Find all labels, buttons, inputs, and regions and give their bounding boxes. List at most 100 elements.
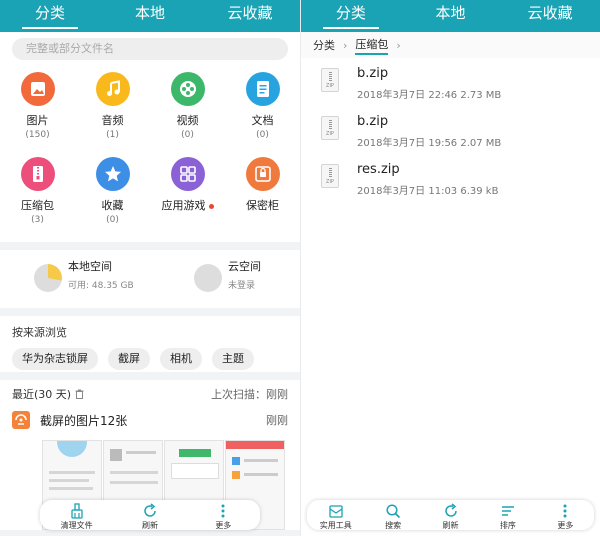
refresh-button[interactable]: 刷新 (113, 500, 186, 530)
category-count: (0) (106, 215, 119, 225)
file-meta: 2018年3月7日 22:46 2.73 MB (357, 90, 502, 101)
category-label: 保密柜 (246, 199, 279, 212)
section-header: 按来源浏览 (12, 326, 67, 339)
source-chip[interactable]: 截屏 (108, 348, 150, 370)
category-count: (0) (256, 130, 269, 140)
video-reel-icon (170, 72, 205, 106)
file-row[interactable]: ZIP b.zip 2018年3月7日 19:56 2.07 MB (301, 106, 600, 154)
category-documents[interactable]: 文档 (0) (225, 72, 300, 154)
category-label-text: 应用游戏 (161, 199, 206, 212)
category-safe[interactable]: 保密柜 (225, 157, 300, 239)
file-row[interactable]: ZIP res.zip 2018年3月7日 11:03 6.39 kB (301, 154, 600, 202)
tools-button[interactable]: 实用工具 (307, 500, 364, 530)
file-name: res.zip (357, 162, 400, 177)
file-type-label: ZIP (326, 179, 334, 185)
category-label: 收藏 (101, 199, 124, 212)
category-count: (150) (25, 130, 50, 140)
recent-group-time: 刚刚 (266, 414, 288, 427)
toolbar-label: 更多 (557, 521, 574, 530)
more-vertical-icon (221, 504, 225, 518)
toolbar-label: 更多 (215, 521, 232, 530)
breadcrumb-item-archives[interactable]: 压缩包 (355, 36, 389, 55)
more-vertical-icon (563, 504, 567, 518)
recent-group-title: 截屏的图片12张 (40, 413, 128, 428)
file-row[interactable]: ZIP b.zip 2018年3月7日 22:46 2.73 MB (301, 58, 600, 106)
file-type-label: ZIP (326, 131, 334, 137)
local-storage-chart (34, 264, 62, 292)
source-chip[interactable]: 相机 (160, 348, 202, 370)
toolbar-label: 排序 (499, 521, 516, 530)
zip-file-icon: ZIP (321, 164, 339, 188)
toolbar-label: 实用工具 (319, 521, 352, 530)
last-scan: 上次扫描：刚刚 (211, 388, 288, 401)
source-chip[interactable]: 华为杂志锁屏 (12, 348, 98, 370)
more-button[interactable]: 更多 (187, 500, 260, 530)
sort-button[interactable]: 排序 (479, 500, 536, 530)
category-count: (3) (31, 215, 44, 225)
bottom-toolbar: 清理文件 刷新 更多 (40, 500, 260, 530)
category-label: 文档 (251, 114, 274, 127)
toolbar-label: 刷新 (141, 521, 158, 530)
refresh-icon (444, 503, 457, 517)
tab-cloud-favorites[interactable]: 云收藏 (200, 0, 300, 32)
category-label: 视频 (176, 114, 199, 127)
apps-icon (170, 157, 205, 191)
tab-cloud-favorites[interactable]: 云收藏 (500, 0, 600, 32)
tab-local[interactable]: 本地 (100, 0, 200, 32)
tab-category[interactable]: 分类 (301, 0, 401, 32)
category-label: 图片 (26, 114, 49, 127)
toolbar-label: 刷新 (442, 521, 459, 530)
search-button[interactable]: 搜索 (364, 500, 421, 530)
more-button[interactable]: 更多 (537, 500, 594, 530)
new-badge-dot (208, 203, 214, 209)
category-label: 压缩包 (21, 199, 54, 212)
file-name: b.zip (357, 66, 389, 81)
file-meta: 2018年3月7日 19:56 2.07 MB (357, 138, 502, 149)
search-input[interactable]: 完整或部分文件名 (12, 38, 288, 60)
toolbox-icon (329, 505, 343, 518)
toolbar-label: 清理文件 (60, 521, 93, 530)
local-storage-title: 本地空间 (68, 260, 112, 273)
cloud-storage-title: 云空间 (228, 260, 261, 273)
category-apps-games[interactable]: 应用游戏 (150, 157, 225, 239)
clean-files-button[interactable]: 清理文件 (40, 500, 113, 530)
file-meta: 2018年3月7日 11:03 6.39 kB (357, 186, 499, 197)
music-icon (95, 72, 130, 106)
zip-icon (20, 157, 55, 191)
star-icon (95, 157, 130, 191)
cloud-storage-chart (194, 264, 222, 292)
bottom-toolbar: 实用工具 搜索 刷新 排序 更多 (307, 500, 594, 530)
category-pane: 分类 本地 云收藏 完整或部分文件名 图片 (150) 音频 (1) 视频 (0… (0, 0, 300, 536)
cloud-storage-status: 未登录 (228, 281, 256, 291)
tab-category[interactable]: 分类 (0, 0, 100, 32)
chevron-right-icon: › (396, 38, 401, 52)
sort-icon (501, 506, 514, 516)
recent-group[interactable]: 截屏的图片12张 刚刚 (0, 404, 300, 432)
search-icon (386, 504, 401, 519)
refresh-button[interactable]: 刷新 (422, 500, 479, 530)
category-grid: 图片 (150) 音频 (1) 视频 (0) 文档 (0) 压缩包 (3) 收藏… (0, 62, 300, 242)
browse-by-source: 按来源浏览 华为杂志锁屏 截屏 相机 主题 (0, 316, 300, 372)
image-icon (20, 72, 55, 106)
trash-icon[interactable] (75, 389, 84, 399)
category-count: (0) (181, 130, 194, 140)
breadcrumb: 分类 › 压缩包 › (301, 32, 600, 58)
screenshot-icon (12, 411, 30, 429)
category-label: 应用游戏 (150, 197, 225, 213)
tab-local[interactable]: 本地 (401, 0, 501, 32)
category-audio[interactable]: 音频 (1) (75, 72, 150, 154)
category-video[interactable]: 视频 (0) (150, 72, 225, 154)
file-name: b.zip (357, 114, 389, 129)
breadcrumb-item-category[interactable]: 分类 (313, 37, 335, 53)
category-images[interactable]: 图片 (150) (0, 72, 75, 154)
storage-section: 本地空间 可用: 48.35 GB 云空间 未登录 (0, 250, 300, 308)
chevron-right-icon: › (343, 38, 348, 52)
source-chips: 华为杂志锁屏 截屏 相机 主题 (12, 348, 288, 370)
category-count: (1) (106, 130, 119, 140)
recent-title: 最近(30 天) (12, 388, 72, 401)
category-favorites[interactable]: 收藏 (0) (75, 157, 150, 239)
source-chip[interactable]: 主题 (212, 348, 254, 370)
top-tab-bar: 分类 本地 云收藏 (301, 0, 600, 32)
broom-icon (71, 503, 83, 519)
category-archives[interactable]: 压缩包 (3) (0, 157, 75, 239)
